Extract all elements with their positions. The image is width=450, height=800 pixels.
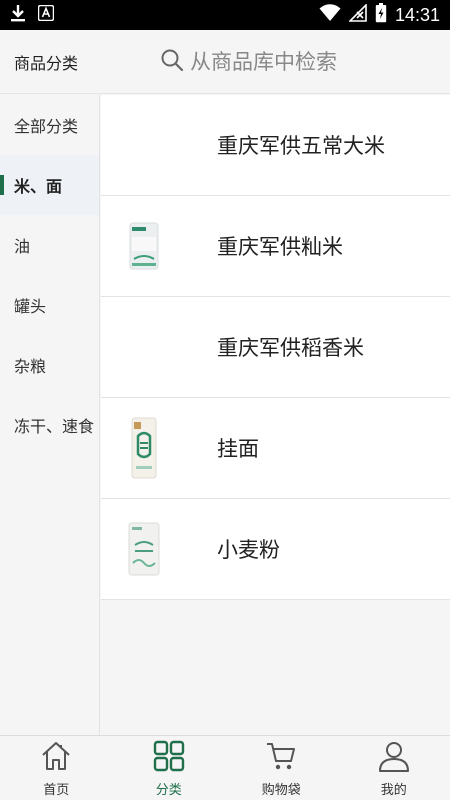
sidebar-item-label: 全部分类 (14, 117, 79, 136)
product-item[interactable]: 重庆军供五常大米 (101, 95, 450, 196)
tab-label: 首页 (43, 782, 70, 798)
flour-bag-image (109, 514, 179, 584)
sidebar-item-label: 米、面 (14, 177, 63, 196)
download-icon (10, 4, 26, 26)
product-name: 重庆军供籼米 (217, 235, 343, 259)
status-bar: 14:31 (0, 0, 450, 30)
noodle-box-image (109, 413, 179, 483)
sidebar-item-label: 罐头 (14, 297, 47, 316)
tab-label: 我的 (380, 782, 407, 798)
tab-label: 分类 (155, 782, 182, 798)
product-item[interactable]: 小麦粉 (101, 499, 450, 600)
status-time: 14:31 (394, 4, 440, 25)
tab-home[interactable]: 首页 (0, 736, 113, 800)
sidebar-item-label: 油 (14, 237, 31, 256)
sidebar-item-canned[interactable]: 罐头 (0, 275, 99, 335)
search-input[interactable] (190, 49, 350, 74)
rice-bag-image (109, 211, 179, 281)
product-thumbnail (109, 110, 179, 180)
home-icon (39, 739, 73, 777)
tab-cart[interactable]: 购物袋 (225, 736, 338, 800)
product-item[interactable]: 重庆军供稻香米 (101, 297, 450, 398)
sidebar-item-label: 杂粮 (14, 357, 47, 376)
cart-icon (264, 739, 298, 777)
category-grid-icon (152, 739, 186, 777)
sidebar-item-oil[interactable]: 油 (0, 215, 99, 275)
no-signal-icon (348, 3, 367, 26)
sidebar-item-all[interactable]: 全部分类 (0, 95, 99, 155)
product-thumbnail (109, 312, 179, 382)
bottom-navigation: 首页 分类 购物袋 我的 (0, 735, 450, 800)
search-bar[interactable] (100, 48, 450, 76)
page-title: 商品分类 (14, 53, 79, 73)
product-name: 小麦粉 (217, 538, 280, 562)
product-name: 重庆军供五常大米 (217, 134, 385, 158)
sidebar-item-rice-noodles[interactable]: 米、面 (0, 155, 99, 215)
tab-label: 购物袋 (261, 782, 301, 798)
tab-profile[interactable]: 我的 (338, 736, 450, 800)
product-list: 重庆军供五常大米 重庆军供籼米 重庆军供稻香米 挂面 小麦粉 (101, 95, 450, 735)
wifi-icon (319, 4, 341, 26)
sidebar-item-freeze-dried[interactable]: 冻干、速食 (0, 395, 99, 455)
notification-a-icon (37, 4, 55, 25)
battery-charging-icon (375, 3, 387, 27)
product-item[interactable]: 重庆军供籼米 (101, 196, 450, 297)
category-sidebar: 全部分类 米、面 油 罐头 杂粮 冻干、速食 (0, 95, 100, 735)
sidebar-item-grains[interactable]: 杂粮 (0, 335, 99, 395)
product-name: 重庆军供稻香米 (217, 336, 364, 360)
sidebar-item-label: 冻干、速食 (14, 417, 95, 436)
top-header: 商品分类 (0, 30, 450, 94)
user-icon (377, 739, 411, 777)
product-item[interactable]: 挂面 (101, 398, 450, 499)
search-icon[interactable] (160, 48, 184, 76)
tab-category[interactable]: 分类 (113, 736, 226, 800)
product-name: 挂面 (217, 437, 259, 461)
